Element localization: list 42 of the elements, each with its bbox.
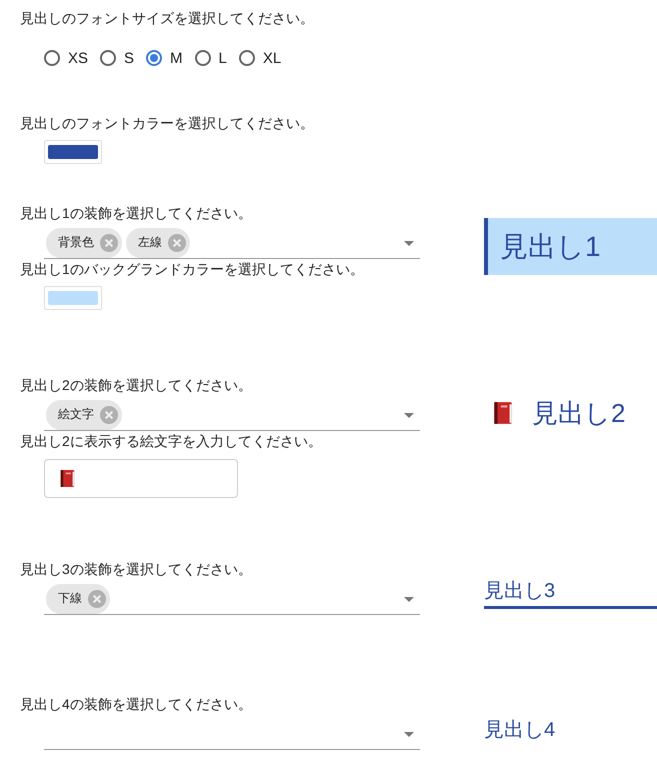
field-label: 見出し1の装飾を選択してください。 (20, 204, 253, 223)
field-label: 見出しのフォントカラーを選択してください。 (20, 114, 315, 133)
color-picker[interactable] (44, 140, 102, 164)
field-label: 見出し2に表示する絵文字を入力してください。 (20, 432, 323, 451)
heading-preview: 見出し4 (484, 718, 556, 743)
field-label: 見出し3の装飾を選択してください。 (20, 560, 253, 579)
field-label: 見出しのフォントサイズを選択してください。 (20, 9, 315, 28)
caret-icon[interactable] (404, 413, 414, 418)
caret-icon[interactable] (404, 597, 414, 602)
radio-button[interactable] (146, 50, 162, 66)
chip[interactable]: 背景色 (46, 228, 122, 258)
color-picker[interactable] (44, 286, 102, 310)
caret-icon[interactable] (404, 241, 414, 246)
input-field[interactable] (44, 459, 238, 498)
field-label: 見出し2の装飾を選択してください。 (20, 376, 253, 395)
radio-label[interactable]: S (124, 50, 134, 66)
radio-label[interactable]: XS (68, 50, 88, 66)
field-label: 見出し4の装飾を選択してください。 (20, 695, 253, 714)
heading-preview: 見出し1 (484, 218, 657, 275)
radio-button[interactable] (100, 50, 116, 66)
chip[interactable]: 絵文字 (46, 400, 122, 430)
chip-label: 絵文字 (58, 406, 94, 423)
heading-preview: 見出し3 (484, 577, 657, 609)
caret-icon[interactable] (404, 732, 414, 737)
radio-button[interactable] (44, 50, 60, 66)
chip[interactable]: 下線 (46, 584, 110, 614)
radio-label[interactable]: L (218, 50, 227, 66)
book-icon (492, 401, 514, 425)
radio-label[interactable]: XL (262, 50, 282, 66)
chip-label: 左線 (138, 234, 162, 251)
chip[interactable]: 左線 (126, 228, 190, 258)
multi-select[interactable]: 背景色 左線 (44, 229, 420, 259)
multi-select[interactable]: 下線 (44, 585, 420, 615)
heading-preview: 見出し2 (532, 396, 626, 430)
radio-button[interactable] (194, 50, 211, 66)
field-label: 見出し1のバックグランドカラーを選択してください。 (20, 260, 365, 279)
radio-label[interactable]: M (170, 50, 183, 66)
chip-label: 背景色 (58, 234, 94, 251)
chip-label: 下線 (58, 590, 82, 607)
book-icon (59, 469, 76, 488)
multi-select[interactable]: 絵文字 (44, 401, 420, 431)
radio-button[interactable] (238, 50, 255, 66)
